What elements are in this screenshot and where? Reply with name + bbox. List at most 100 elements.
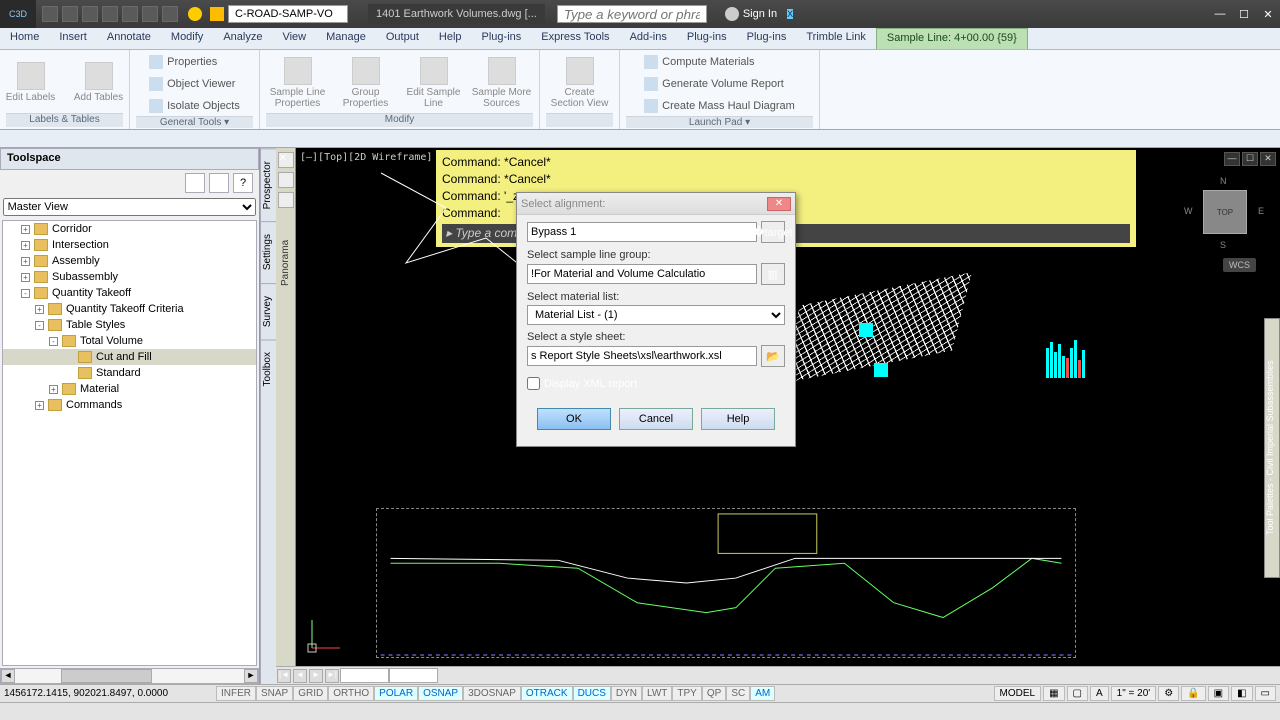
tab-last-icon[interactable]: ►| — [325, 669, 339, 683]
expand-icon[interactable]: + — [21, 273, 30, 282]
qat-new-icon[interactable] — [42, 6, 58, 22]
toolspace-tab[interactable]: Toolbox — [261, 339, 276, 398]
expand-icon[interactable]: - — [35, 321, 44, 330]
status-toggle-lwt[interactable]: LWT — [642, 686, 672, 701]
panel-title-launchpad[interactable]: Launch Pad ▾ — [626, 116, 813, 128]
scale-readout[interactable]: 1" = 20' — [1111, 686, 1157, 701]
qat-plot-icon[interactable] — [122, 6, 138, 22]
toolspace-tree[interactable]: +Corridor+Intersection+Assembly+Subassem… — [2, 220, 257, 666]
clean-screen-icon[interactable]: ▭ — [1255, 686, 1276, 701]
tree-node[interactable]: -Quantity Takeoff — [3, 285, 256, 301]
viewcube-e[interactable]: E — [1258, 206, 1264, 216]
tree-node[interactable]: +Intersection — [3, 237, 256, 253]
tree-node[interactable]: +Commands — [3, 397, 256, 413]
close-button[interactable]: ✕ — [1256, 5, 1280, 23]
help-search-input[interactable] — [557, 5, 707, 23]
tree-node[interactable]: -Table Styles — [3, 317, 256, 333]
cancel-button[interactable]: Cancel — [619, 408, 693, 430]
maximize-button[interactable]: ☐ — [1232, 5, 1256, 23]
lock-icon[interactable]: 🔒 — [1181, 686, 1205, 701]
expand-icon[interactable]: + — [21, 225, 30, 234]
quickview-icon[interactable]: ▢ — [1067, 686, 1088, 701]
scroll-left-icon[interactable]: ◄ — [1, 669, 15, 683]
viewcube-face[interactable]: TOP — [1203, 190, 1247, 234]
model-tab[interactable]: Model — [340, 668, 389, 683]
tree-node[interactable]: Cut and Fill — [3, 349, 256, 365]
app-logo[interactable]: C3D — [0, 0, 36, 28]
isolate-icon[interactable]: ◧ — [1231, 686, 1252, 701]
tree-hscroll[interactable]: ◄ ► — [0, 668, 259, 684]
drawing-name-combo[interactable]: C-ROAD-SAMP-VO — [228, 5, 348, 23]
expand-icon[interactable]: + — [21, 257, 30, 266]
ts-btn-2[interactable] — [209, 173, 229, 193]
dialog-close-icon[interactable]: ✕ — [767, 197, 791, 211]
view-cube[interactable]: N S E W TOP — [1190, 178, 1260, 248]
expand-icon[interactable]: + — [35, 305, 44, 314]
ribbon-tab[interactable]: Insert — [49, 28, 97, 49]
qat-undo-icon[interactable] — [142, 6, 158, 22]
create-section-view-button[interactable]: Create Section View — [550, 57, 610, 109]
status-toggle-infer[interactable]: INFER — [216, 686, 256, 701]
object-viewer-button[interactable]: Object Viewer — [149, 74, 235, 94]
document-tab[interactable]: 1401 Earthwork Volumes.dwg [... — [368, 4, 545, 24]
tree-node[interactable]: Standard — [3, 365, 256, 381]
status-toggle-osnap[interactable]: OSNAP — [418, 686, 463, 701]
compute-materials-button[interactable]: Compute Materials — [644, 52, 754, 72]
dialog-titlebar[interactable]: Select alignment: ✕ — [517, 193, 795, 215]
panel-title-general[interactable]: General Tools ▾ — [136, 116, 253, 128]
properties-button[interactable]: Properties — [149, 52, 217, 72]
toolspace-view-select[interactable]: Master View — [3, 198, 257, 216]
ribbon-tab[interactable]: Express Tools — [531, 28, 619, 49]
tool-palettes-tab[interactable]: Tool Palettes - Civil Imperial Subassemb… — [1264, 318, 1280, 578]
ribbon-tab[interactable]: Help — [429, 28, 472, 49]
pick-alignment-icon[interactable]: �target — [761, 221, 785, 243]
qat-saveas-icon[interactable] — [102, 6, 118, 22]
toolspace-tab[interactable]: Settings — [261, 221, 276, 282]
expand-icon[interactable]: + — [35, 401, 44, 410]
tab-next-icon[interactable]: ► — [309, 669, 323, 683]
help-button[interactable]: Help — [701, 408, 775, 430]
ribbon-tab[interactable]: Add-ins — [620, 28, 677, 49]
alignment-select[interactable] — [527, 222, 757, 242]
tree-node[interactable]: +Material — [3, 381, 256, 397]
display-xml-checkbox[interactable] — [527, 377, 540, 390]
ribbon-tab[interactable]: Trimble Link — [796, 28, 876, 49]
tab-prev-icon[interactable]: ◄ — [293, 669, 307, 683]
expand-icon[interactable]: - — [49, 337, 58, 346]
toolspace-tab[interactable]: Prospector — [261, 148, 276, 221]
drawing-viewport[interactable]: ✕ Panorama [–][Top][2D Wireframe] — ☐ ✕ … — [276, 148, 1280, 684]
status-toggle-qp[interactable]: QP — [702, 686, 726, 701]
status-toggle-3dosnap[interactable]: 3DOSNAP — [463, 686, 521, 701]
workspace-gear-icon[interactable]: ⚙ — [1158, 686, 1179, 701]
status-toggle-snap[interactable]: SNAP — [256, 686, 293, 701]
generate-volume-report-button[interactable]: Generate Volume Report — [644, 74, 784, 94]
vp-max-icon[interactable]: ☐ — [1242, 152, 1258, 166]
qat-save-icon[interactable] — [82, 6, 98, 22]
material-list-select[interactable]: Material List - (1) — [527, 305, 785, 325]
add-tables-button[interactable]: Add Tables — [69, 62, 129, 103]
hardware-accel-icon[interactable]: ▣ — [1208, 686, 1229, 701]
qat-open-icon[interactable] — [62, 6, 78, 22]
grip-handle[interactable] — [874, 363, 888, 377]
exchange-icon[interactable]: X — [787, 9, 793, 19]
minimize-button[interactable]: — — [1208, 5, 1232, 23]
edit-labels-button[interactable]: Edit Labels — [1, 62, 61, 103]
ribbon-tab[interactable]: Annotate — [97, 28, 161, 49]
grip-handle[interactable] — [859, 323, 873, 337]
status-toggle-am[interactable]: AM — [750, 686, 775, 701]
tree-node[interactable]: +Subassembly — [3, 269, 256, 285]
tool-icon-1[interactable] — [278, 172, 294, 188]
toolspace-tab[interactable]: Survey — [261, 283, 276, 339]
sample-line-group-select[interactable] — [527, 264, 757, 284]
isolate-objects-button[interactable]: Isolate Objects — [149, 96, 240, 116]
layout-tab[interactable]: 11x17 — [389, 668, 438, 683]
scroll-right-icon[interactable]: ► — [244, 669, 258, 683]
tab-first-icon[interactable]: |◄ — [277, 669, 291, 683]
ribbon-tab[interactable]: Sample Line: 4+00.00 {59} — [876, 28, 1028, 49]
tree-node[interactable]: +Assembly — [3, 253, 256, 269]
status-toggle-grid[interactable]: GRID — [293, 686, 328, 701]
ts-btn-1[interactable] — [185, 173, 205, 193]
vp-close-icon[interactable]: ✕ — [1260, 152, 1276, 166]
vp-min-icon[interactable]: — — [1224, 152, 1240, 166]
panel-title-labels[interactable]: Labels & Tables — [6, 113, 123, 127]
